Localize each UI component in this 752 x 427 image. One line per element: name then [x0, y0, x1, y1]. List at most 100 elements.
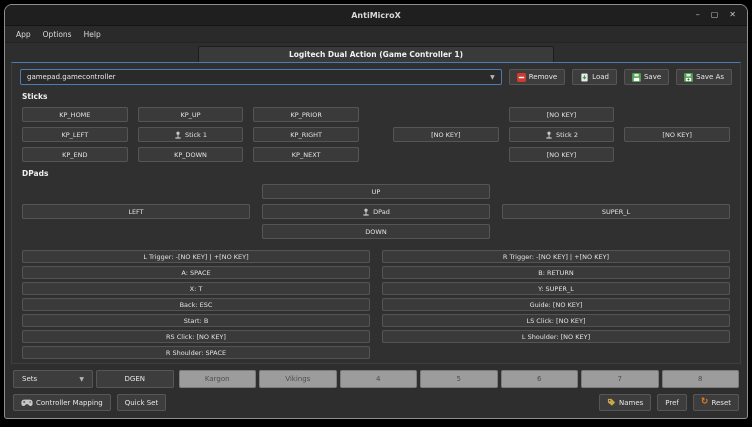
reset-button[interactable]: ↻ Reset	[693, 394, 739, 411]
sets-dropdown[interactable]: Sets ▼	[13, 370, 93, 388]
set-tab-5[interactable]: 5	[420, 370, 498, 388]
window-controls: – ▢ ✕	[696, 11, 747, 19]
sets-row: Sets ▼ DGEN Kargon Vikings 4 5 6 7 8	[5, 364, 747, 391]
controller-mapping-label: Controller Mapping	[36, 399, 103, 407]
dpad-label: DPad	[373, 208, 390, 216]
names-button[interactable]: Names	[599, 394, 651, 411]
antimicrox-window: AntiMicroX – ▢ ✕ App Options Help Logite…	[4, 4, 748, 419]
save-button-label: Save	[644, 73, 661, 81]
rs-click-button[interactable]: RS Click: [NO KEY]	[22, 330, 370, 343]
set-tab-7[interactable]: 7	[581, 370, 659, 388]
window-title: AntiMicroX	[5, 11, 747, 20]
close-button[interactable]: ✕	[729, 11, 736, 19]
menubar: App Options Help	[5, 26, 747, 43]
tab-controller[interactable]: Logitech Dual Action (Game Controller 1)	[198, 46, 554, 62]
set-tab-8[interactable]: 8	[662, 370, 740, 388]
sticks-heading: Sticks	[22, 92, 732, 101]
joystick-icon	[174, 131, 182, 139]
stick1-grid: KP_HOME KP_UP KP_PRIOR KP_LEFT Stick 1 K…	[22, 107, 359, 162]
button-column-right: R Trigger: -[NO KEY] | +[NO KEY] B: RETU…	[382, 250, 730, 359]
set-tab-1[interactable]: DGEN	[96, 370, 174, 388]
remove-button[interactable]: Remove	[509, 69, 565, 85]
back-button[interactable]: Back: ESC	[22, 298, 370, 311]
stick1-up-left-button[interactable]: KP_HOME	[22, 107, 128, 122]
menu-help[interactable]: Help	[78, 28, 107, 41]
stick1-label: Stick 1	[185, 131, 207, 139]
dpad-grid: UP LEFT DPad SUPER_L DOWN	[20, 184, 732, 239]
joystick-icon	[545, 131, 553, 139]
gamepad-icon	[21, 399, 33, 407]
a-button[interactable]: A: SPACE	[22, 266, 370, 279]
tag-icon	[607, 398, 616, 407]
r-shoulder-button[interactable]: R Shoulder: SPACE	[22, 346, 370, 359]
set-tab-3[interactable]: Vikings	[259, 370, 337, 388]
dpad-down-button[interactable]: DOWN	[262, 224, 490, 239]
save-as-button-label: Save As	[696, 73, 724, 81]
r-trigger-button[interactable]: R Trigger: -[NO KEY] | +[NO KEY]	[382, 250, 730, 263]
chevron-down-icon: ▼	[490, 74, 495, 81]
dpad-center-button[interactable]: DPad	[262, 204, 490, 219]
stick2-down-button[interactable]: [NO KEY]	[509, 147, 615, 162]
controller-mapping-button[interactable]: Controller Mapping	[13, 394, 111, 411]
start-button[interactable]: Start: B	[22, 314, 370, 327]
l-trigger-button[interactable]: L Trigger: -[NO KEY] | +[NO KEY]	[22, 250, 370, 263]
stick2-label: Stick 2	[556, 131, 578, 139]
ls-click-button[interactable]: LS Click: [NO KEY]	[382, 314, 730, 327]
stick1-down-button[interactable]: KP_DOWN	[138, 147, 244, 162]
quick-set-button[interactable]: Quick Set	[117, 394, 167, 411]
button-assignments: L Trigger: -[NO KEY] | +[NO KEY] A: SPAC…	[20, 250, 732, 359]
names-button-label: Names	[619, 399, 643, 407]
pref-button-label: Pref	[665, 399, 679, 407]
stick2-center-button[interactable]: Stick 2	[509, 127, 615, 142]
bottom-bar: Controller Mapping Quick Set Names Pref …	[5, 391, 747, 418]
chevron-down-icon: ▼	[79, 376, 84, 383]
stick2-grid: [NO KEY] [NO KEY] Stick 2 [NO KEY] [NO K…	[393, 107, 730, 162]
x-button[interactable]: X: T	[22, 282, 370, 295]
save-button[interactable]: Save	[624, 69, 669, 85]
dpad-left-button[interactable]: LEFT	[22, 204, 250, 219]
b-button[interactable]: B: RETURN	[382, 266, 730, 279]
reset-icon: ↻	[701, 398, 709, 407]
save-as-icon	[684, 73, 693, 82]
set-tab-6[interactable]: 6	[501, 370, 579, 388]
profile-combobox[interactable]: gamepad.gamecontroller ▼	[20, 69, 502, 85]
stick1-down-left-button[interactable]: KP_END	[22, 147, 128, 162]
remove-icon	[517, 73, 526, 82]
stick2-left-button[interactable]: [NO KEY]	[393, 127, 499, 142]
load-button-label: Load	[592, 73, 609, 81]
stick1-up-button[interactable]: KP_UP	[138, 107, 244, 122]
minimize-button[interactable]: –	[696, 11, 700, 19]
dpad-up-button[interactable]: UP	[262, 184, 490, 199]
sticks-section: KP_HOME KP_UP KP_PRIOR KP_LEFT Stick 1 K…	[20, 107, 732, 162]
stick1-center-button[interactable]: Stick 1	[138, 127, 244, 142]
save-icon	[632, 73, 641, 82]
button-column-left: L Trigger: -[NO KEY] | +[NO KEY] A: SPAC…	[22, 250, 370, 359]
reset-button-label: Reset	[711, 399, 731, 407]
dpads-heading: DPads	[22, 169, 732, 178]
set-tab-2[interactable]: Kargon	[179, 370, 257, 388]
guide-button[interactable]: Guide: [NO KEY]	[382, 298, 730, 311]
stick1-down-right-button[interactable]: KP_NEXT	[253, 147, 359, 162]
save-as-button[interactable]: Save As	[676, 69, 732, 85]
y-button[interactable]: Y: SUPER_L	[382, 282, 730, 295]
joystick-icon	[362, 208, 370, 216]
stick2-right-button[interactable]: [NO KEY]	[624, 127, 730, 142]
load-button[interactable]: Load	[572, 69, 617, 85]
stick1-up-right-button[interactable]: KP_PRIOR	[253, 107, 359, 122]
stick2-up-button[interactable]: [NO KEY]	[509, 107, 615, 122]
set-tab-4[interactable]: 4	[340, 370, 418, 388]
menu-options[interactable]: Options	[37, 28, 78, 41]
controller-tabbar: Logitech Dual Action (Game Controller 1)	[5, 43, 747, 62]
stick1-left-button[interactable]: KP_LEFT	[22, 127, 128, 142]
stick1-right-button[interactable]: KP_RIGHT	[253, 127, 359, 142]
pref-button[interactable]: Pref	[657, 394, 687, 411]
maximize-button[interactable]: ▢	[711, 11, 719, 19]
l-shoulder-button[interactable]: L Shoulder: [NO KEY]	[382, 330, 730, 343]
dpad-right-button[interactable]: SUPER_L	[502, 204, 730, 219]
load-icon	[580, 73, 589, 82]
quick-set-label: Quick Set	[125, 399, 159, 407]
profile-value: gamepad.gamecontroller	[27, 73, 116, 81]
menu-app[interactable]: App	[10, 28, 37, 41]
profile-row: gamepad.gamecontroller ▼ Remove Load Sa	[20, 69, 732, 85]
titlebar: AntiMicroX – ▢ ✕	[5, 5, 747, 26]
